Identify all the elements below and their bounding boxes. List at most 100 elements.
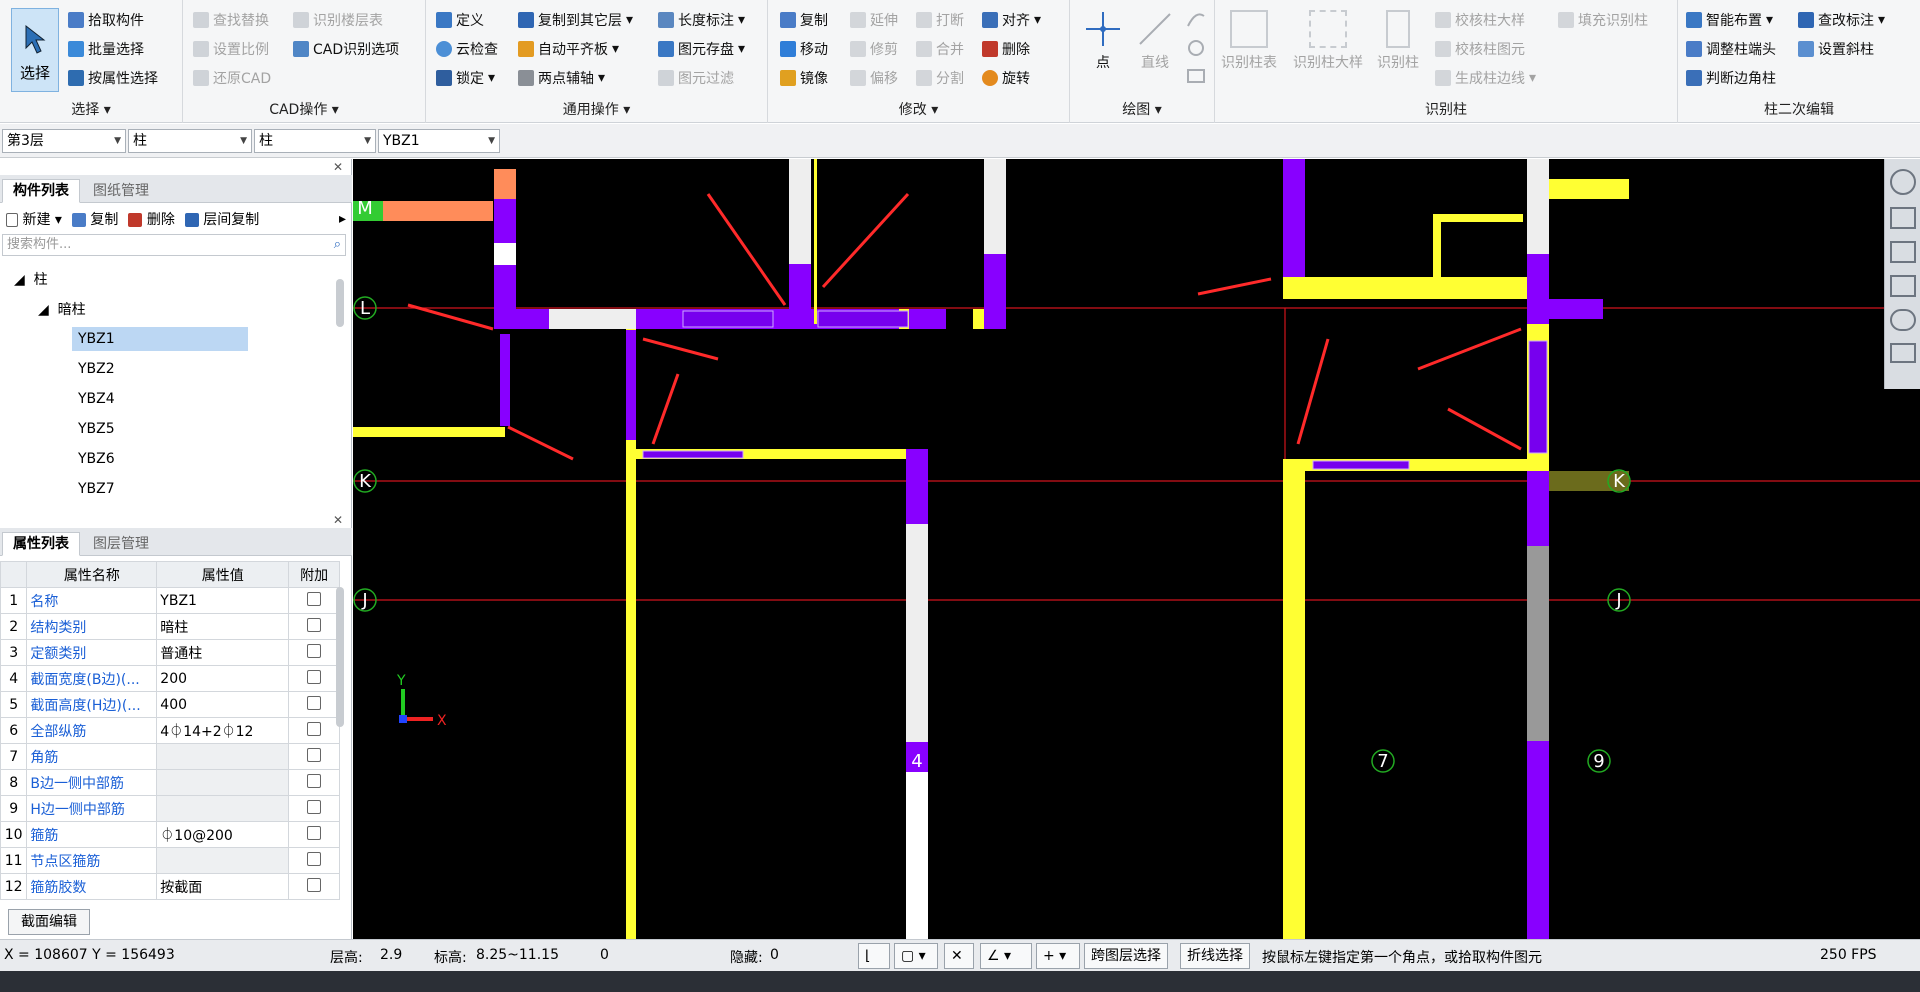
component-item[interactable]: YBZ7 xyxy=(78,481,115,497)
delete-button[interactable]: 删除 xyxy=(982,37,1030,61)
break-button[interactable]: 打断 xyxy=(916,8,964,32)
merge-button[interactable]: 合并 xyxy=(916,37,964,61)
property-row[interactable]: 12 箍筋胶数 按截面 xyxy=(0,873,340,900)
split-button[interactable]: 分割 xyxy=(916,66,964,90)
adjust-column-end-button[interactable]: 调整柱端头 xyxy=(1686,37,1776,61)
set-inclined-column-button[interactable]: 设置斜柱 xyxy=(1798,37,1874,61)
property-row[interactable]: 1 名称 YBZ1 xyxy=(0,587,340,614)
group-title-cad[interactable]: CAD操作 ▾ xyxy=(183,99,425,119)
attach-checkbox[interactable] xyxy=(307,877,322,892)
select-by-property-button[interactable]: 按属性选择 xyxy=(68,66,158,90)
modify-annotation-button[interactable]: 查改标注 ▾ xyxy=(1798,8,1885,32)
section-edit-button[interactable]: 截面编辑 xyxy=(8,909,90,935)
polyline-select-button[interactable]: 折线选择 xyxy=(1180,943,1250,969)
group-title-select[interactable]: 选择 ▾ xyxy=(0,99,182,119)
recognize-column-detail-button[interactable]: 识别柱大样 xyxy=(1293,10,1363,72)
smart-layout-button[interactable]: 智能布置 ▾ xyxy=(1686,8,1773,32)
tree-scrollbar[interactable] xyxy=(336,279,344,327)
attach-checkbox[interactable] xyxy=(307,617,322,632)
attach-checkbox[interactable] xyxy=(307,773,322,788)
judge-corner-column-button[interactable]: 判断边角柱 xyxy=(1686,66,1776,90)
component-item[interactable]: YBZ2 xyxy=(78,361,115,377)
attach-checkbox[interactable] xyxy=(307,851,322,866)
component-item[interactable]: YBZ5 xyxy=(78,421,115,437)
property-row[interactable]: 6 全部纵筋 4⏀14+2⏀12 xyxy=(0,717,340,744)
restore-cad-button[interactable]: 还原CAD xyxy=(193,66,271,90)
property-row[interactable]: 3 定额类别 普通柱 xyxy=(0,639,340,666)
tree-group[interactable]: ◢ 暗柱 xyxy=(38,299,86,319)
group-title-draw[interactable]: 绘图 ▾ xyxy=(1070,99,1214,119)
tab-component-list[interactable]: 构件列表 xyxy=(2,179,80,203)
rotate-view-icon[interactable] xyxy=(1890,309,1916,331)
copy-button[interactable]: 复制 xyxy=(780,8,828,32)
two-point-axis-button[interactable]: 两点辅轴 ▾ xyxy=(518,66,605,90)
batch-select-button[interactable]: 批量选择 xyxy=(68,37,144,61)
property-value[interactable]: 400 xyxy=(156,691,290,718)
property-value[interactable]: 暗柱 xyxy=(156,613,290,640)
mirror-button[interactable]: 镜像 xyxy=(780,66,828,90)
property-value[interactable]: 普通柱 xyxy=(156,639,290,666)
cad-drawing[interactable]: 2 M L K K J J 4 7 9 Y X xyxy=(353,159,1920,939)
close-icon[interactable]: ✕ xyxy=(333,160,343,174)
attach-checkbox[interactable] xyxy=(307,695,322,710)
property-value[interactable]: 200 xyxy=(156,665,290,692)
top-view-icon[interactable] xyxy=(1890,241,1916,263)
property-value[interactable]: ⏀10@200 xyxy=(156,821,290,848)
recognize-column-table-button[interactable]: 识别柱表 xyxy=(1221,10,1277,72)
find-replace-button[interactable]: 查找替换 xyxy=(193,8,269,32)
line-draw-button[interactable]: 直线 xyxy=(1136,10,1174,72)
component-item[interactable]: YBZ4 xyxy=(78,391,115,407)
check-column-detail-button[interactable]: 校核柱大样 xyxy=(1435,8,1525,32)
cross-layer-select-button[interactable]: 跨图层选择 xyxy=(1084,943,1168,969)
property-scrollbar[interactable] xyxy=(336,587,344,727)
component-type-select[interactable]: 柱 ▼ xyxy=(128,129,252,153)
draw-shape-icons[interactable] xyxy=(1184,8,1208,88)
dimension-dropdown[interactable]: + ▾ xyxy=(1036,943,1080,969)
property-row[interactable]: 8 B边一侧中部筋 xyxy=(0,769,340,796)
property-row[interactable]: 11 节点区箍筋 xyxy=(0,847,340,874)
point-draw-button[interactable]: 点 xyxy=(1084,10,1122,72)
fill-recognize-column-button[interactable]: 填充识别柱 xyxy=(1558,8,1648,32)
property-value[interactable] xyxy=(156,743,290,770)
property-row[interactable]: 7 角筋 xyxy=(0,743,340,770)
tab-layer-management[interactable]: 图层管理 xyxy=(82,532,160,556)
snap-select-dropdown[interactable]: ▢ ▾ xyxy=(894,943,938,969)
set-scale-button[interactable]: 设置比例 xyxy=(193,37,269,61)
align-button[interactable]: 对齐 ▾ xyxy=(982,8,1041,32)
save-element-button[interactable]: 图元存盘 ▾ xyxy=(658,37,745,61)
search-icon[interactable]: ⌕ xyxy=(334,235,341,255)
3d-view-icon[interactable] xyxy=(1890,207,1916,229)
element-filter-button[interactable]: 图元过滤 xyxy=(658,66,734,90)
attach-checkbox[interactable] xyxy=(307,799,322,814)
recognize-column-button[interactable]: 识别柱 xyxy=(1377,10,1419,72)
generate-column-edge-button[interactable]: 生成柱边线 ▾ xyxy=(1435,66,1536,90)
offset-button[interactable]: 偏移 xyxy=(850,66,898,90)
attach-checkbox[interactable] xyxy=(307,669,322,684)
ortho-toggle[interactable]: ⌊ xyxy=(858,943,890,969)
drawing-canvas[interactable]: 2 M L K K J J 4 7 9 Y X xyxy=(353,159,1920,939)
length-dimension-button[interactable]: 长度标注 ▾ xyxy=(658,8,745,32)
component-search-input[interactable]: 搜索构件... ⌕ xyxy=(2,234,346,256)
attach-checkbox[interactable] xyxy=(307,643,322,658)
attach-checkbox[interactable] xyxy=(307,591,322,606)
select-tool-button[interactable]: 选择 xyxy=(11,8,59,92)
tree-root[interactable]: ◢ 柱 xyxy=(14,269,48,289)
property-value[interactable]: 按截面 xyxy=(156,873,290,900)
grid-view-icon[interactable] xyxy=(1890,343,1916,363)
component-item-selected[interactable]: YBZ1 xyxy=(72,327,248,351)
copy-component-button[interactable]: 复制 xyxy=(71,209,118,229)
property-value[interactable]: 4⏀14+2⏀12 xyxy=(156,717,290,744)
copy-to-other-layer-button[interactable]: 复制到其它层 ▾ xyxy=(518,8,633,32)
property-row[interactable]: 2 结构类别 暗柱 xyxy=(0,613,340,640)
group-title-modify[interactable]: 修改 ▾ xyxy=(768,99,1069,119)
component-item[interactable]: YBZ6 xyxy=(78,451,115,467)
recognize-floor-table-button[interactable]: 识别楼层表 xyxy=(293,8,383,32)
cross-toggle[interactable]: ✕ xyxy=(944,943,974,969)
auto-align-slab-button[interactable]: 自动平齐板 ▾ xyxy=(518,37,619,61)
property-value[interactable] xyxy=(156,795,290,822)
component-subtype-select[interactable]: 柱 ▼ xyxy=(254,129,376,153)
rotate-button[interactable]: 旋转 xyxy=(982,66,1030,90)
angle-dropdown[interactable]: ∠ ▾ xyxy=(980,943,1032,969)
cad-recognize-options-button[interactable]: CAD识别选项 xyxy=(293,37,399,61)
attach-checkbox[interactable] xyxy=(307,721,322,736)
